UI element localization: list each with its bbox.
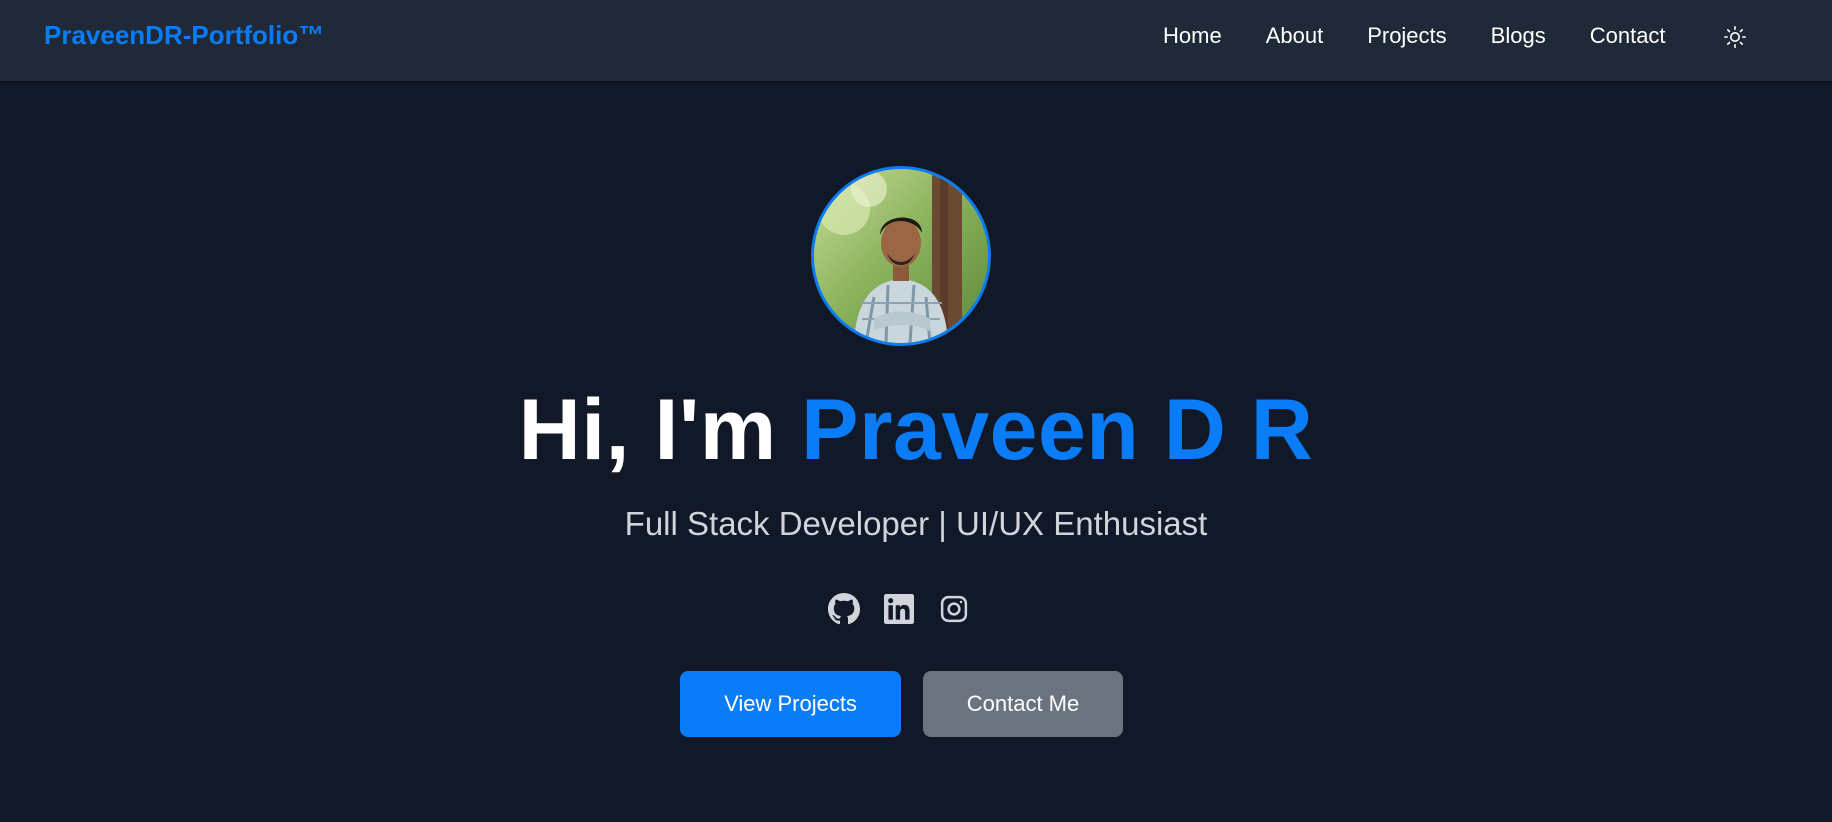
instagram-link[interactable]: [938, 593, 970, 625]
instagram-icon: [940, 595, 968, 623]
contact-me-button[interactable]: Contact Me: [923, 671, 1123, 737]
navbar: PraveenDR-Portfolio™ Home About Projects…: [0, 0, 1832, 81]
nav-link-home[interactable]: Home: [1163, 23, 1222, 49]
hero-name: Praveen D R: [801, 382, 1314, 478]
hero-headline: Hi, I'm Praveen D R: [0, 381, 1832, 480]
theme-toggle-button[interactable]: [1722, 24, 1748, 50]
github-icon: [828, 593, 860, 625]
social-links: [828, 593, 970, 625]
linkedin-icon: [884, 594, 914, 624]
greeting-text: Hi, I'm: [518, 382, 802, 478]
brand-logo[interactable]: PraveenDR-Portfolio™: [44, 20, 324, 51]
profile-photo: [814, 169, 988, 343]
hero-subtitle: Full Stack Developer | UI/UX Enthusiast: [624, 505, 1208, 542]
hero-section: Hi, I'm Praveen D R Full Stack Developer…: [0, 81, 1832, 822]
nav-link-about[interactable]: About: [1266, 23, 1324, 49]
nav-links: Home About Projects Blogs Contact: [1163, 23, 1666, 49]
nav-link-contact[interactable]: Contact: [1590, 23, 1666, 49]
sun-icon: [1723, 25, 1747, 49]
linkedin-link[interactable]: [883, 593, 915, 625]
profile-avatar: [811, 166, 991, 346]
nav-link-projects[interactable]: Projects: [1367, 23, 1446, 49]
nav-link-blogs[interactable]: Blogs: [1491, 23, 1546, 49]
github-link[interactable]: [828, 593, 860, 625]
view-projects-button[interactable]: View Projects: [680, 671, 901, 737]
